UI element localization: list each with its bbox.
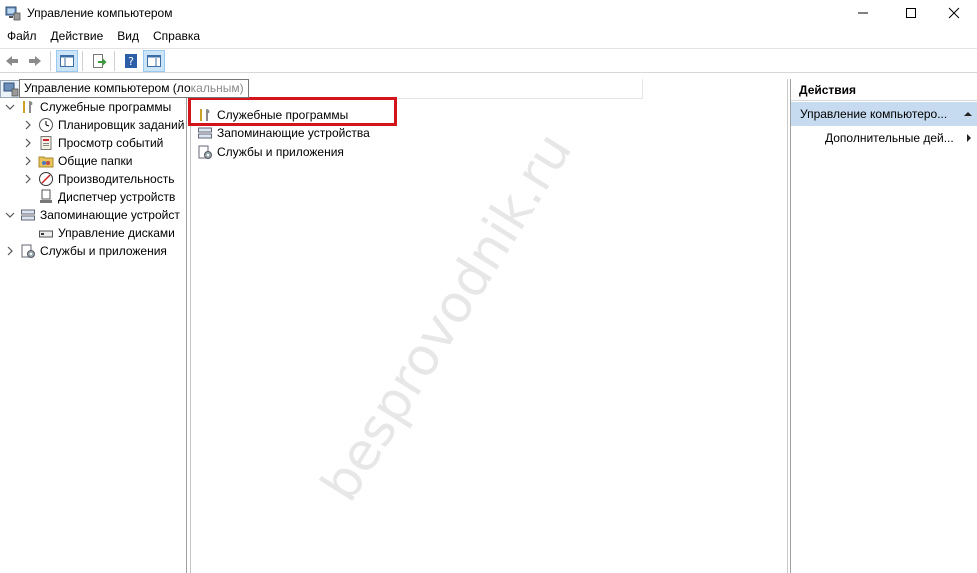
column-header-name[interactable]: Имя: [191, 79, 643, 99]
chevron-right-icon[interactable]: [4, 242, 16, 260]
submenu-arrow-icon: [967, 134, 971, 142]
tree-item-services-apps[interactable]: Службы и приложения: [4, 242, 167, 260]
back-button[interactable]: [1, 50, 23, 72]
help-icon: ?: [125, 53, 137, 68]
toolbar-separator: [82, 50, 83, 71]
action-pane-icon: [147, 54, 161, 67]
chevron-right-icon[interactable]: [22, 134, 34, 152]
tree-item-device-manager[interactable]: Диспетчер устройств: [38, 188, 175, 206]
arrow-right-icon: [29, 55, 41, 66]
tree-item-event-viewer[interactable]: Просмотр событий: [22, 134, 163, 152]
tree-item-system-tools[interactable]: Служебные программы: [4, 98, 171, 116]
tree-item-disk-management[interactable]: Управление дисками: [38, 224, 175, 242]
tree-item-label: Запоминающие устройст: [40, 208, 180, 222]
performance-icon: [39, 172, 53, 186]
forward-button[interactable]: [24, 50, 46, 72]
tree-item-label: Общие папки: [58, 154, 133, 168]
actions-group-label: Управление компьютеро...: [800, 107, 948, 121]
chevron-down-icon[interactable]: [4, 206, 16, 224]
arrow-left-icon: [6, 55, 18, 66]
actions-item-label: Дополнительные дей...: [825, 131, 954, 145]
tree-root-tooltip: Управление компьютером (локальным): [19, 79, 249, 98]
tree-item-storage[interactable]: Запоминающие устройст: [4, 206, 180, 224]
list-item-storage[interactable]: Запоминающие устройства: [197, 124, 370, 142]
tree-item-performance[interactable]: Производительность: [22, 170, 174, 188]
list-item-label: Службы и приложения: [217, 145, 344, 159]
result-pane: Имя Служебные программы Запоминающие уст…: [190, 79, 788, 573]
menu-bar: Файл Действие Вид Справка: [0, 26, 977, 47]
actions-pane: Действия Управление компьютеро... Дополн…: [790, 79, 977, 573]
list-item-services-apps[interactable]: Службы и приложения: [197, 143, 344, 161]
actions-header: Действия: [791, 79, 977, 101]
tree-item-shared-folders[interactable]: Общие папки: [22, 152, 132, 170]
highlight-annotation: [188, 97, 397, 126]
svg-text:?: ?: [128, 55, 134, 68]
computer-management-icon: [3, 82, 19, 97]
minimize-icon: [858, 12, 868, 14]
close-icon: [948, 7, 960, 19]
services-icon: [21, 244, 35, 258]
toolbar-separator: [114, 50, 115, 71]
menu-help[interactable]: Справка: [146, 26, 207, 47]
show-hide-action-pane-button[interactable]: [143, 49, 165, 72]
maximize-button[interactable]: [888, 0, 934, 26]
toolbar: ?: [0, 48, 977, 73]
actions-more-actions[interactable]: Дополнительные дей...: [791, 126, 977, 150]
tools-icon: [23, 101, 33, 113]
export-icon: [93, 53, 107, 68]
shared-folder-icon: [38, 156, 54, 168]
toolbar-separator: [50, 50, 51, 71]
chevron-right-icon[interactable]: [22, 152, 34, 170]
console-tree-icon: [60, 54, 74, 67]
tree-item-label: Службы и приложения: [40, 244, 167, 258]
tree-item-label: Производительность: [58, 172, 175, 186]
event-log-icon: [40, 136, 52, 150]
tree-item-task-scheduler[interactable]: Планировщик заданий: [22, 116, 184, 134]
tree-item-label: Служебные программы: [40, 100, 172, 114]
services-icon: [198, 145, 212, 159]
collapse-up-icon[interactable]: [963, 109, 973, 119]
menu-view[interactable]: Вид: [110, 26, 146, 47]
help-button[interactable]: ?: [120, 50, 142, 72]
maximize-icon: [906, 8, 916, 18]
menu-action[interactable]: Действие: [44, 26, 111, 47]
export-list-button[interactable]: [88, 50, 110, 72]
console-tree: Служебные программы Планировщик заданий …: [0, 79, 187, 573]
show-hide-console-tree-button[interactable]: [56, 49, 78, 72]
clock-icon: [39, 118, 53, 132]
disk-icon: [39, 230, 53, 238]
storage-icon: [21, 209, 35, 221]
tree-item-label: Управление дисками: [58, 226, 175, 240]
tree-item-label: Планировщик заданий: [58, 118, 185, 132]
window-title: Управление компьютером: [27, 6, 173, 20]
computer-management-icon: [5, 6, 21, 21]
title-bar: Управление компьютером: [0, 0, 977, 26]
chevron-down-icon[interactable]: [4, 98, 16, 116]
chevron-right-icon[interactable]: [22, 170, 34, 188]
storage-icon: [198, 127, 212, 139]
tree-item-label: Просмотр событий: [58, 136, 164, 150]
close-button[interactable]: [931, 0, 977, 26]
list-item-label: Запоминающие устройства: [217, 126, 370, 140]
minimize-button[interactable]: [840, 0, 886, 26]
chevron-right-icon[interactable]: [22, 116, 34, 134]
device-manager-icon: [40, 189, 52, 203]
menu-file[interactable]: Файл: [0, 26, 44, 47]
actions-group-computer-management[interactable]: Управление компьютеро...: [791, 102, 977, 126]
tree-item-label: Диспетчер устройств: [58, 190, 176, 204]
